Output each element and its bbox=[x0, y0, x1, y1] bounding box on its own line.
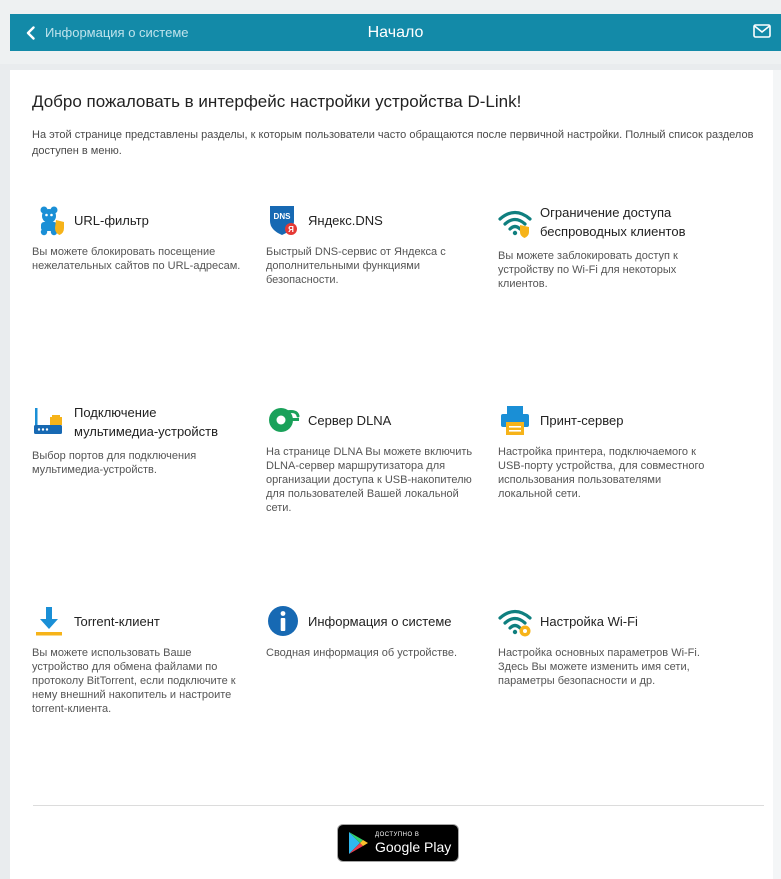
card-description: Настройка основных параметров Wi-Fi. Зде… bbox=[498, 647, 700, 687]
content-panel: Добро пожаловать в интерфейс настройки у… bbox=[10, 70, 781, 879]
welcome-title: Добро пожаловать в интерфейс настройки у… bbox=[32, 92, 522, 111]
card-wifi-settings: Настройка Wi-Fi Настройка основных парам… bbox=[498, 604, 713, 688]
card-description: Быстрый DNS-сервис от Яндекса с дополнит… bbox=[266, 246, 446, 286]
card-system-info: Информация о системе Сводная информация … bbox=[266, 604, 481, 660]
dlna-icon bbox=[266, 403, 300, 437]
card-yandex-dns: DNS Я Яндекс.DNS Быстрый DNS-сервис от Я… bbox=[266, 203, 476, 287]
wifi-restriction-icon bbox=[498, 205, 532, 239]
card-dlna-link[interactable]: Сервер DLNA bbox=[266, 403, 481, 437]
google-play-badge[interactable]: ДОСТУПНО В Google Play bbox=[337, 824, 459, 862]
card-wifi-restriction-link[interactable]: Ограничение доступа беспроводных клиенто… bbox=[498, 203, 713, 241]
card-title: Яндекс.DNS bbox=[308, 212, 383, 228]
card-description: Выбор портов для подключения мультимедиа… bbox=[32, 450, 197, 476]
google-play-big-text: Google Play bbox=[375, 838, 452, 855]
card-title: Информация о системе bbox=[308, 613, 452, 629]
card-title: Подключение мультимедиа-устройств bbox=[74, 405, 219, 439]
card-description: На странице DLNA Вы можете включить DLNA… bbox=[266, 446, 473, 514]
top-bar: Информация о системе Начало bbox=[0, 0, 781, 64]
card-title: Ограничение доступа беспроводных клиенто… bbox=[540, 205, 686, 239]
dns-badge-text: DNS bbox=[274, 212, 292, 221]
card-dlna: Сервер DLNA На странице DLNA Вы можете в… bbox=[266, 403, 481, 515]
divider bbox=[33, 805, 764, 806]
card-description: Настройка принтера, подключаемого к USB-… bbox=[498, 446, 705, 500]
card-title: URL-фильтр bbox=[74, 212, 149, 228]
header-bar: Информация о системе Начало bbox=[10, 14, 781, 51]
card-wifi-restriction: Ограничение доступа беспроводных клиенто… bbox=[498, 203, 713, 291]
card-print-server-link[interactable]: Принт-сервер bbox=[498, 403, 713, 437]
printer-icon bbox=[498, 403, 532, 437]
url-filter-icon bbox=[32, 203, 66, 237]
google-play-text: ДОСТУПНО В Google Play bbox=[375, 832, 451, 855]
card-multimedia: Подключение мультимедиа-устройств Выбор … bbox=[32, 403, 244, 477]
card-print-server: Принт-сервер Настройка принтера, подключ… bbox=[498, 403, 713, 501]
chevron-left-icon bbox=[26, 25, 35, 40]
multimedia-ports-icon bbox=[32, 405, 66, 439]
wifi-settings-icon bbox=[498, 604, 532, 638]
yandex-dns-icon: DNS Я bbox=[266, 203, 300, 237]
card-title: Принт-сервер bbox=[540, 412, 624, 428]
back-link-label: Информация о системе bbox=[45, 25, 189, 40]
card-wifi-settings-link[interactable]: Настройка Wi-Fi bbox=[498, 604, 713, 638]
card-description: Вы можете блокировать посещение нежелате… bbox=[32, 246, 241, 272]
card-description: Вы можете заблокировать доступ к устройс… bbox=[498, 250, 678, 290]
card-description: Сводная информация об устройстве. bbox=[266, 647, 458, 659]
back-link[interactable]: Информация о системе bbox=[26, 14, 189, 51]
card-torrent: Torrent-клиент Вы можете использовать Ва… bbox=[32, 604, 247, 716]
card-title: Настройка Wi-Fi bbox=[540, 613, 638, 629]
scrollbar-track[interactable] bbox=[773, 70, 781, 879]
card-torrent-link[interactable]: Torrent-клиент bbox=[32, 604, 247, 638]
mail-icon bbox=[753, 24, 771, 38]
card-url-filter: URL-фильтр Вы можете блокировать посещен… bbox=[32, 203, 244, 273]
google-play-icon bbox=[349, 832, 368, 854]
card-url-filter-link[interactable]: URL-фильтр bbox=[32, 203, 244, 237]
welcome-intro: На этой странице представлены разделы, к… bbox=[32, 129, 754, 157]
info-icon bbox=[266, 604, 300, 638]
card-multimedia-link[interactable]: Подключение мультимедиа-устройств bbox=[32, 403, 244, 441]
mail-button[interactable] bbox=[753, 24, 771, 40]
svg-text:Я: Я bbox=[288, 225, 294, 234]
card-title: Сервер DLNA bbox=[308, 412, 392, 428]
card-title: Torrent-клиент bbox=[74, 613, 160, 629]
download-icon bbox=[32, 604, 66, 638]
card-system-info-link[interactable]: Информация о системе bbox=[266, 604, 481, 638]
google-play-small-text: ДОСТУПНО В bbox=[375, 831, 420, 838]
card-description: Вы можете использовать Ваше устройство д… bbox=[32, 647, 236, 715]
card-yandex-dns-link[interactable]: DNS Я Яндекс.DNS bbox=[266, 203, 476, 237]
